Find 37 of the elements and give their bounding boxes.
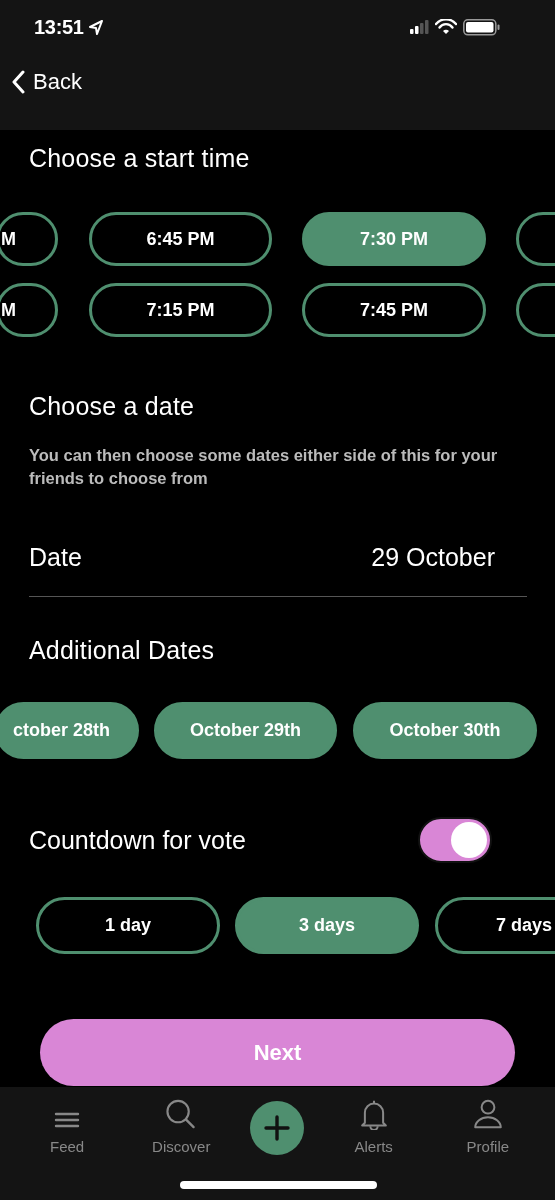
- section-heading: Choose a date: [29, 391, 196, 422]
- time-chip[interactable]: M: [0, 212, 58, 266]
- section-heading: Choose a start time: [29, 143, 251, 174]
- time-chip[interactable]: M: [0, 283, 58, 337]
- time-chip[interactable]: 7:15 PM: [89, 283, 272, 337]
- date-chip[interactable]: October 29th: [154, 702, 337, 759]
- tab-item[interactable]: Profile: [442, 1095, 533, 1159]
- duration-chip[interactable]: 3 days: [235, 897, 419, 954]
- person-icon: [471, 1099, 504, 1130]
- chevron-left-icon: [12, 70, 25, 94]
- date-chip[interactable]: October 30th: [353, 702, 537, 759]
- search-icon: [165, 1099, 198, 1130]
- date-label: Date: [29, 542, 82, 572]
- status-time: 13:51: [34, 15, 84, 39]
- section-heading: Additional Dates: [29, 635, 216, 666]
- time-chip[interactable]: 7:30 PM: [302, 212, 486, 266]
- location-arrow-icon: [87, 18, 104, 36]
- tab-item[interactable]: Feed: [22, 1095, 113, 1159]
- description-text: You can then choose some dates either side of this for your friends to choose from: [29, 445, 499, 489]
- toggle-switch[interactable]: [418, 817, 492, 863]
- signal-icon: [410, 20, 429, 34]
- battery-icon: [463, 18, 500, 36]
- menu-icon: [54, 1110, 81, 1130]
- back-button[interactable]: Back: [0, 65, 90, 99]
- tab-item[interactable]: Discover: [136, 1095, 227, 1159]
- tab-item[interactable]: Alerts: [328, 1095, 419, 1159]
- duration-chip[interactable]: 7 days: [435, 897, 555, 954]
- date-value[interactable]: 29 October: [371, 542, 495, 572]
- add-button[interactable]: [250, 1101, 305, 1155]
- time-chip[interactable]: 6:45 PM: [89, 212, 272, 266]
- plus-icon: [264, 1115, 291, 1141]
- date-chip[interactable]: ctober 28th: [0, 702, 139, 759]
- duration-chip[interactable]: 1 day: [36, 897, 220, 954]
- time-chip[interactable]: 7:45 PM: [302, 283, 486, 337]
- toggle-label: Countdown for vote: [29, 825, 246, 855]
- wifi-icon: [435, 19, 457, 35]
- bell-icon: [358, 1099, 389, 1130]
